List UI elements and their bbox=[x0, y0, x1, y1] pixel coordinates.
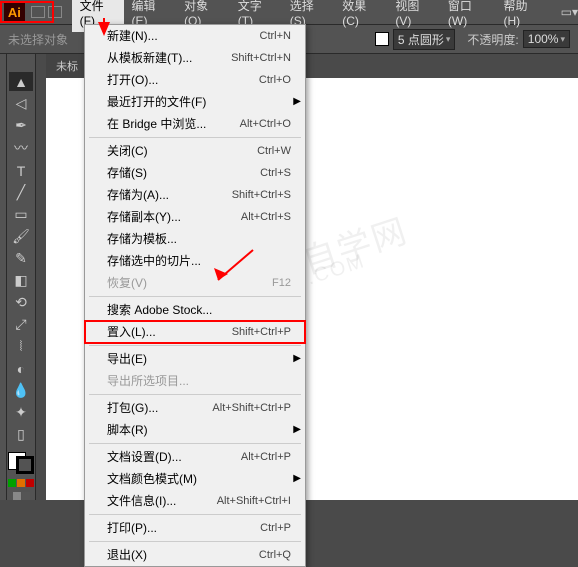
menu-item-23[interactable]: 文档设置(D)...Alt+Ctrl+P bbox=[85, 446, 305, 468]
menu-help[interactable]: 帮助(H) bbox=[495, 0, 548, 32]
rotate-tool[interactable]: ⟲ bbox=[9, 293, 33, 312]
menu-effect[interactable]: 效果(C) bbox=[334, 0, 387, 32]
menu-item-17[interactable]: 导出(E)▶ bbox=[85, 348, 305, 370]
menu-item-0[interactable]: 新建(N)...Ctrl+N bbox=[85, 25, 305, 47]
gradient-tool[interactable]: ◐ bbox=[9, 359, 33, 378]
tool-panel: ▲ ◁ ✒ 〰 T ╱ ▭ 🖌 ✎ ◧ ⟲ ⤢ ⦚ ◐ 💧 ✦ ▯ bbox=[6, 54, 36, 500]
direct-selection-tool[interactable]: ◁ bbox=[9, 94, 33, 113]
scale-tool[interactable]: ⤢ bbox=[9, 315, 33, 334]
menu-item-15[interactable]: 置入(L)...Shift+Ctrl+P bbox=[85, 321, 305, 343]
screen-mode-row[interactable] bbox=[13, 492, 30, 500]
menu-item-4[interactable]: 在 Bridge 中浏览...Alt+Ctrl+O bbox=[85, 113, 305, 135]
opacity-field[interactable]: 不透明度: 100%▾ bbox=[467, 30, 570, 48]
symbol-tool[interactable]: ✦ bbox=[9, 403, 33, 422]
menu-item-2[interactable]: 打开(O)...Ctrl+O bbox=[85, 69, 305, 91]
menu-item-27[interactable]: 打印(P)...Ctrl+P bbox=[85, 517, 305, 539]
curvature-tool[interactable]: 〰 bbox=[9, 138, 33, 158]
menu-item-8[interactable]: 存储为(A)...Shift+Ctrl+S bbox=[85, 184, 305, 206]
menu-item-7[interactable]: 存储(S)Ctrl+S bbox=[85, 162, 305, 184]
type-tool[interactable]: T bbox=[9, 161, 33, 180]
menu-item-29[interactable]: 退出(X)Ctrl+Q bbox=[85, 544, 305, 566]
workspace-switcher[interactable]: ▭▾ bbox=[561, 5, 578, 19]
menu-item-21[interactable]: 脚本(R)▶ bbox=[85, 419, 305, 441]
selection-tool[interactable]: ▲ bbox=[9, 72, 33, 91]
eraser-tool[interactable]: ◧ bbox=[9, 271, 33, 290]
stroke-swatch[interactable] bbox=[375, 32, 389, 46]
paintbrush-tool[interactable]: 🖌 bbox=[9, 227, 33, 246]
menu-view[interactable]: 视图(V) bbox=[387, 0, 440, 32]
annotation-highlight-menu bbox=[0, 1, 54, 23]
menu-item-10[interactable]: 存储为模板... bbox=[85, 228, 305, 250]
menu-item-6[interactable]: 关闭(C)Ctrl+W bbox=[85, 140, 305, 162]
opacity-label: 不透明度: bbox=[467, 31, 518, 48]
menu-item-14[interactable]: 搜索 Adobe Stock... bbox=[85, 299, 305, 321]
menu-window[interactable]: 窗口(W) bbox=[440, 0, 496, 32]
menu-item-24[interactable]: 文档颜色模式(M)▶ bbox=[85, 468, 305, 490]
menu-item-25[interactable]: 文件信息(I)...Alt+Shift+Ctrl+I bbox=[85, 490, 305, 512]
line-tool[interactable]: ╱ bbox=[9, 183, 33, 202]
color-mode-row[interactable] bbox=[8, 479, 34, 487]
menu-item-11[interactable]: 存储选中的切片... bbox=[85, 250, 305, 272]
pen-tool[interactable]: ✒ bbox=[9, 116, 33, 135]
menu-item-3[interactable]: 最近打开的文件(F)▶ bbox=[85, 91, 305, 113]
selection-status: 未选择对象 bbox=[8, 31, 68, 48]
stroke-swatch-tool[interactable] bbox=[16, 456, 34, 474]
fill-stroke-control[interactable] bbox=[8, 452, 34, 474]
menu-item-20[interactable]: 打包(G)...Alt+Shift+Ctrl+P bbox=[85, 397, 305, 419]
width-tool[interactable]: ⦚ bbox=[9, 337, 33, 356]
pencil-tool[interactable]: ✎ bbox=[9, 249, 33, 268]
graph-tool[interactable]: ▯ bbox=[9, 425, 33, 444]
rectangle-tool[interactable]: ▭ bbox=[9, 205, 33, 224]
stroke-field[interactable]: 5 点圆形▾ bbox=[375, 29, 456, 50]
title-bar: Ai 文件(F) 编辑(E) 对象(O) 文字(T) 选择(S) 效果(C) 视… bbox=[0, 0, 578, 24]
document-tab[interactable]: 未标 bbox=[46, 54, 88, 78]
file-menu-dropdown: 新建(N)...Ctrl+N从模板新建(T)...Shift+Ctrl+N打开(… bbox=[84, 24, 306, 567]
menu-item-12: 恢复(V)F12 bbox=[85, 272, 305, 294]
menu-item-18: 导出所选项目... bbox=[85, 370, 305, 392]
menu-item-9[interactable]: 存储副本(Y)...Alt+Ctrl+S bbox=[85, 206, 305, 228]
menu-item-1[interactable]: 从模板新建(T)...Shift+Ctrl+N bbox=[85, 47, 305, 69]
eyedropper-tool[interactable]: 💧 bbox=[9, 381, 33, 400]
